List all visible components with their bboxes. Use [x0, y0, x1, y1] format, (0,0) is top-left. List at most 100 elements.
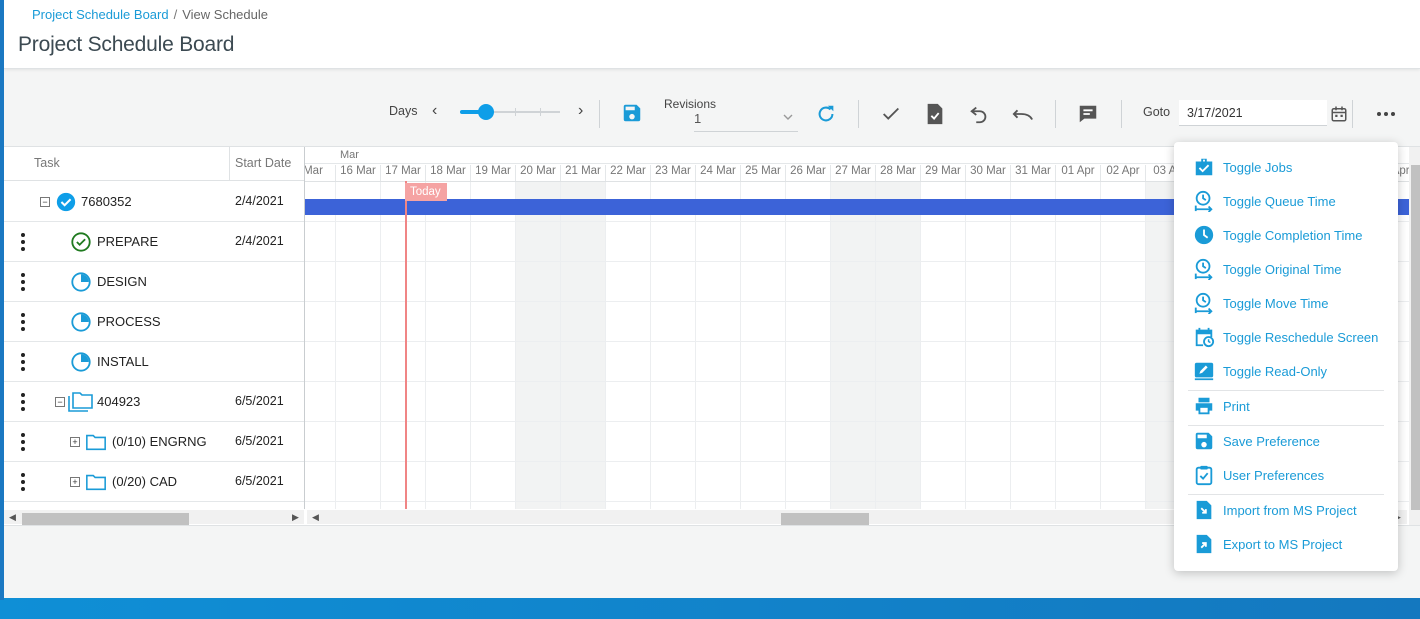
scrollbar-thumb[interactable]	[781, 513, 869, 525]
expand-toggle[interactable]: +	[70, 477, 80, 487]
timeline-day-column	[650, 182, 695, 509]
zoom-slider-tick	[540, 108, 541, 116]
scroll-left-arrow[interactable]: ◀	[9, 510, 16, 524]
document-check-icon[interactable]	[923, 102, 947, 126]
menu-item-toggle-move-time[interactable]: Toggle Move Time	[1192, 289, 1392, 317]
menu-item-toggle-queue-time[interactable]: Toggle Queue Time	[1192, 187, 1392, 215]
timeline-day-header: 18 Mar	[425, 165, 470, 181]
chevron-down-icon[interactable]	[781, 110, 795, 124]
table-row[interactable]: PROCESS	[4, 302, 304, 342]
menu-item-label: Save Preference	[1223, 433, 1320, 449]
table-row[interactable]: INSTALL	[4, 342, 304, 382]
menu-item-label: Toggle Move Time	[1223, 295, 1329, 311]
timeline-day-column	[560, 182, 605, 509]
vertical-scrollbar[interactable]	[1409, 147, 1420, 525]
expand-toggle[interactable]: +	[70, 437, 80, 447]
task-name: INSTALL	[97, 354, 149, 369]
row-menu-icon[interactable]	[21, 433, 25, 451]
calendar-icon[interactable]	[1329, 104, 1349, 124]
menu-item-toggle-completion-time[interactable]: Toggle Completion Time	[1192, 221, 1392, 249]
menu-item-toggle-read-only[interactable]: Toggle Read-Only	[1192, 357, 1392, 385]
table-row[interactable]: − 7680352 2/4/2021	[4, 182, 304, 222]
undo-icon[interactable]	[967, 102, 991, 126]
table-row[interactable]: PREPARE 2/4/2021	[4, 222, 304, 262]
comment-icon[interactable]	[1076, 102, 1100, 126]
timeline-day-header: 28 Mar	[875, 165, 920, 181]
column-header-start-date[interactable]: Start Date	[235, 156, 291, 170]
zoom-prev-button[interactable]: ‹	[432, 102, 437, 120]
clipboard-check-icon	[1192, 463, 1216, 487]
table-row[interactable]: − 404923 6/5/2021	[4, 382, 304, 422]
check-icon[interactable]	[879, 102, 903, 126]
clock-arrow-icon	[1192, 189, 1216, 213]
timeline-day-header: 16 Mar	[335, 165, 380, 181]
menu-divider	[1188, 390, 1384, 391]
scroll-left-arrow[interactable]: ◀	[312, 510, 319, 524]
toolbar: Days ‹ › Revisions 1 Goto	[4, 82, 1420, 146]
timeline-day-header: 19 Mar	[470, 165, 515, 181]
task-start-date: 2/4/2021	[235, 234, 284, 248]
timeline-day-column	[1055, 182, 1100, 509]
column-header-task[interactable]: Task	[34, 156, 60, 170]
timeline-day-header: 22 Mar	[605, 165, 650, 181]
task-start-date: 2/4/2021	[235, 194, 284, 208]
menu-item-label: Toggle Read-Only	[1223, 363, 1328, 379]
breadcrumb-parent-link[interactable]: Project Schedule Board	[32, 7, 169, 22]
menu-divider	[1188, 425, 1384, 426]
undo-all-icon[interactable]	[1011, 102, 1035, 126]
today-marker-label: Today	[405, 183, 447, 201]
menu-item-user-preferences[interactable]: User Preferences	[1192, 461, 1392, 489]
menu-item-label: Toggle Queue Time	[1223, 193, 1336, 209]
save-icon[interactable]	[620, 101, 644, 125]
scrollbar-thumb[interactable]	[22, 513, 189, 525]
collapse-toggle[interactable]: −	[55, 397, 65, 407]
row-menu-icon[interactable]	[21, 313, 25, 331]
timeline-day-header: 23 Mar	[650, 165, 695, 181]
menu-item-toggle-jobs[interactable]: Toggle Jobs	[1192, 153, 1392, 181]
task-start-date: 6/5/2021	[235, 434, 284, 448]
table-row[interactable]: DESIGN	[4, 262, 304, 302]
row-menu-icon[interactable]	[21, 353, 25, 371]
breadcrumb-separator: /	[173, 7, 178, 22]
table-row[interactable]: + (0/10) ENGRNG 6/5/2021	[4, 422, 304, 462]
menu-item-toggle-original-time[interactable]: Toggle Original Time	[1192, 255, 1392, 283]
more-options-menu: Toggle Jobs Toggle Queue Time Toggle Com…	[1174, 142, 1398, 571]
scroll-right-arrow[interactable]: ▶	[292, 510, 299, 524]
collapse-toggle[interactable]: −	[40, 197, 50, 207]
menu-item-label: Print	[1223, 398, 1250, 414]
menu-item-toggle-reschedule-screen[interactable]: Toggle Reschedule Screen	[1192, 323, 1392, 351]
left-accent-bar	[0, 0, 4, 600]
clock-arrow-icon	[1192, 291, 1216, 315]
more-options-icon[interactable]	[1374, 102, 1398, 126]
goto-label: Goto	[1143, 105, 1171, 119]
refresh-icon[interactable]	[814, 102, 838, 126]
scrollbar-thumb[interactable]	[1411, 165, 1420, 510]
row-menu-icon[interactable]	[21, 233, 25, 251]
task-name: 7680352	[81, 194, 132, 209]
row-menu-icon[interactable]	[21, 393, 25, 411]
revisions-select[interactable]: 1	[694, 111, 701, 126]
row-menu-icon[interactable]	[21, 273, 25, 291]
table-row[interactable]: + (0/20) CAD 6/5/2021	[4, 462, 304, 502]
row-menu-icon[interactable]	[21, 473, 25, 491]
menu-item-export-to-ms-project[interactable]: Export to MS Project	[1192, 530, 1392, 558]
clock-filled-icon	[1192, 223, 1216, 247]
timeline-day-header: 21 Mar	[560, 165, 605, 181]
menu-item-save-preference[interactable]: Save Preference	[1192, 427, 1392, 455]
menu-item-label: Toggle Reschedule Screen	[1223, 329, 1379, 345]
timeline-day-column	[740, 182, 785, 509]
goto-date-input[interactable]	[1179, 100, 1327, 126]
menu-item-label: Toggle Completion Time	[1223, 227, 1363, 243]
timeline-day-column	[965, 182, 1010, 509]
task-grid-scrollbar[interactable]: ◀ ▶	[4, 510, 304, 525]
zoom-slider[interactable]	[460, 103, 562, 121]
folders-icon	[68, 391, 94, 413]
menu-item-import-from-ms-project[interactable]: Import from MS Project	[1192, 496, 1392, 524]
zoom-slider-thumb[interactable]	[478, 104, 494, 120]
clock-arrow-icon	[1192, 257, 1216, 281]
menu-item-print[interactable]: Print	[1192, 392, 1392, 420]
zoom-next-button[interactable]: ›	[578, 102, 583, 120]
timeline-day-header: 24 Mar	[695, 165, 740, 181]
menu-item-label: Toggle Jobs	[1223, 159, 1293, 175]
task-name: DESIGN	[97, 274, 147, 289]
